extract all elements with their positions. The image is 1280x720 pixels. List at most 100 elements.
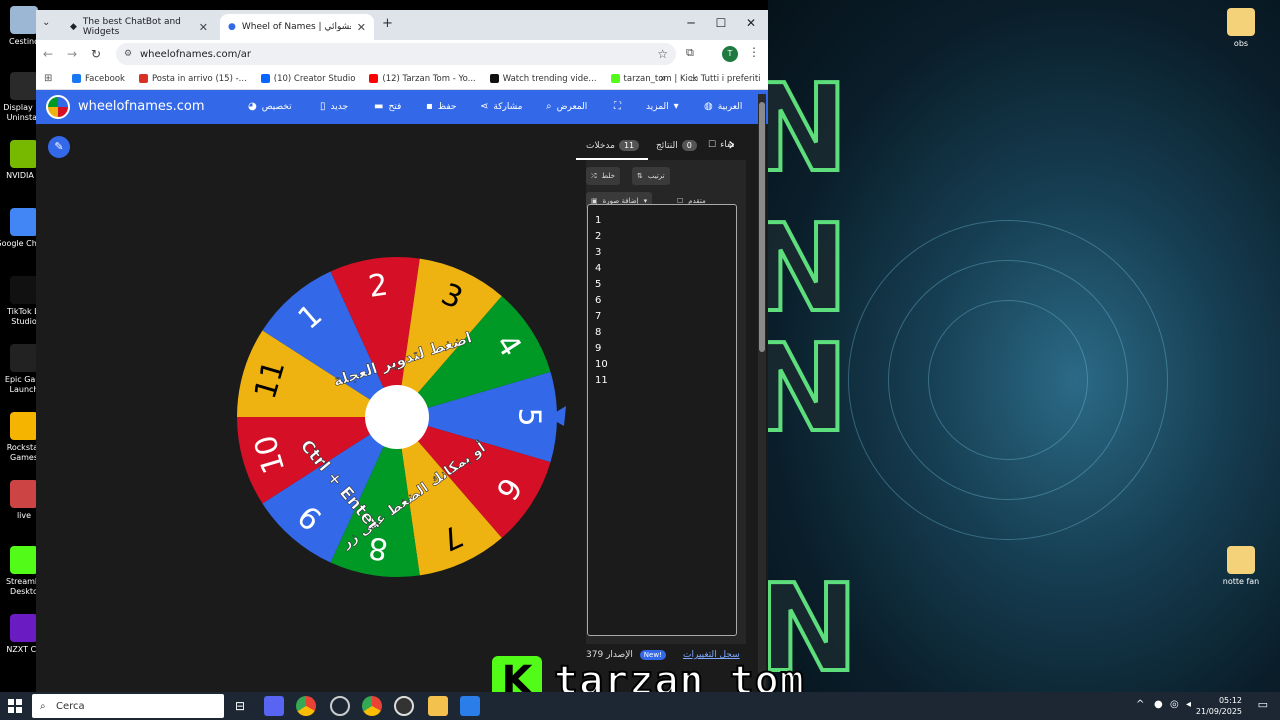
notifications-icon[interactable]: ▭ bbox=[1258, 698, 1268, 711]
all-favorites-label: Tutti i preferiti bbox=[700, 73, 761, 84]
customize-button[interactable]: ◕ تخصيص bbox=[248, 101, 292, 112]
bookmarks-more-icon[interactable]: » bbox=[660, 73, 666, 84]
bookmark-item[interactable]: (10) Creator Studio bbox=[260, 74, 355, 84]
entries-tab-label: مدخلات bbox=[586, 140, 615, 151]
extensions-icon[interactable]: ⧉ bbox=[686, 46, 694, 60]
save-icon: ▪ bbox=[426, 101, 433, 112]
microphone-icon[interactable]: ● bbox=[1154, 699, 1163, 710]
chrome-icon[interactable] bbox=[296, 696, 316, 716]
windows-start-icon[interactable] bbox=[8, 699, 22, 713]
app-icon bbox=[10, 614, 38, 642]
spin-wheel[interactable]: 12 34567891011 اضغط لتدوير العجلة أو بمكا… bbox=[236, 254, 566, 584]
back-icon[interactable]: ← bbox=[36, 47, 60, 61]
more-label: المزيد bbox=[646, 101, 669, 112]
desktop-icon-label: obs bbox=[1233, 39, 1249, 48]
save-button[interactable]: ▪ حفظ bbox=[426, 101, 456, 112]
bookmark-favicon-icon bbox=[489, 74, 499, 83]
url-text: wheelofnames.com/ar bbox=[140, 48, 251, 60]
edit-pencil-button[interactable]: ✎ bbox=[48, 136, 70, 158]
forward-icon[interactable]: → bbox=[60, 47, 84, 61]
close-tab-icon[interactable]: ✕ bbox=[199, 21, 208, 34]
close-window-icon[interactable]: ✕ bbox=[736, 16, 766, 30]
wheel-center[interactable] bbox=[365, 385, 429, 449]
site-info-icon[interactable]: ⚙ bbox=[124, 49, 132, 59]
bookmark-favicon-icon bbox=[138, 74, 148, 83]
discord-icon[interactable] bbox=[264, 696, 284, 716]
apps-grid-icon[interactable]: ⊞ bbox=[44, 73, 52, 84]
chrome-profile-icon[interactable] bbox=[362, 696, 382, 716]
fullscreen-button[interactable]: ⛶ bbox=[614, 101, 621, 112]
network-icon[interactable]: ◎ bbox=[1170, 699, 1179, 710]
taskbar-clock[interactable]: 05:12 21/09/2025 bbox=[1196, 695, 1242, 717]
shuffle-button[interactable]: ⤮ خلط bbox=[586, 167, 620, 185]
shuffle-label: خلط bbox=[601, 172, 615, 180]
clock-app-icon[interactable] bbox=[330, 696, 350, 716]
task-view-icon[interactable]: ⊟ bbox=[230, 696, 250, 716]
sort-icon: ⇅ bbox=[637, 172, 643, 180]
profile-avatar[interactable]: T bbox=[722, 46, 738, 62]
bookmark-label: Watch trending vide... bbox=[502, 73, 597, 84]
entry-line: 9 bbox=[595, 343, 602, 354]
more-menu-button[interactable]: المزيد ▾ bbox=[646, 101, 679, 112]
tab-label: The best ChatBot and Widgets bbox=[82, 17, 181, 37]
app-icon bbox=[10, 140, 38, 168]
bookmark-favicon-icon bbox=[72, 74, 81, 83]
reload-icon[interactable]: ↻ bbox=[84, 47, 108, 61]
chevron-right-icon[interactable]: › bbox=[728, 134, 735, 155]
page-scrollbar[interactable] bbox=[758, 94, 766, 692]
bookmark-star-icon[interactable]: ☆ bbox=[657, 47, 668, 61]
desktop-icon[interactable]: notte fan bbox=[1211, 546, 1271, 587]
bookmark-item[interactable]: Watch trending vide... bbox=[489, 73, 597, 84]
sort-button[interactable]: ⇅ ترتيب bbox=[632, 167, 670, 185]
close-tab-icon[interactable]: ✕ bbox=[357, 21, 366, 34]
entry-line: 7 bbox=[595, 311, 602, 322]
maximize-icon[interactable]: ☐ bbox=[706, 16, 736, 30]
volume-icon[interactable]: ◂ bbox=[1186, 699, 1191, 710]
new-tab-button[interactable]: + bbox=[382, 16, 393, 31]
clock-date: 21/09/2025 bbox=[1195, 707, 1242, 716]
all-favorites[interactable]: ▭ Tutti i preferiti bbox=[690, 74, 761, 84]
bookmark-item[interactable]: tarzan_tom | Kick bbox=[610, 74, 698, 84]
sort-label: ترتيب bbox=[647, 172, 665, 180]
file-explorer-icon[interactable] bbox=[428, 696, 448, 716]
address-bar[interactable]: ⚙ wheelofnames.com/ar ☆ bbox=[116, 43, 676, 65]
minimize-icon[interactable]: ─ bbox=[676, 16, 706, 30]
new-button[interactable]: ▯ جديد bbox=[320, 101, 348, 112]
globe-icon: ◍ bbox=[704, 101, 713, 112]
entry-line: 3 bbox=[595, 247, 602, 258]
search-icon: ⌕ bbox=[40, 700, 46, 712]
taskbar-search[interactable]: ⌕ Cerca bbox=[32, 694, 224, 718]
bookmark-favicon-icon bbox=[610, 74, 620, 83]
app-icon[interactable] bbox=[460, 696, 480, 716]
bookmark-item[interactable]: Posta in arrivo (15) -... bbox=[138, 74, 247, 84]
scrollbar-thumb[interactable] bbox=[759, 102, 765, 352]
app-icon bbox=[10, 72, 38, 100]
bookmark-item[interactable]: Facebook bbox=[72, 74, 125, 84]
new-label: جديد bbox=[330, 101, 349, 112]
browser-menu-icon[interactable]: ⋮ bbox=[748, 45, 760, 59]
bookmark-item[interactable]: (12) Tarzan Tom - Yo... bbox=[369, 73, 476, 84]
gallery-label: المعرض bbox=[556, 101, 588, 112]
tab-wheel-of-names[interactable]: ● Wheel of Names | عجلة الاسم العشوائي ✕ bbox=[220, 14, 374, 40]
language-button[interactable]: ◍ العربية bbox=[704, 101, 742, 112]
bookmark-label: (12) Tarzan Tom - Yo... bbox=[382, 73, 476, 84]
gallery-button[interactable]: ⌕ المعرض bbox=[546, 101, 587, 112]
desktop-icon[interactable]: obs bbox=[1211, 8, 1271, 49]
tab-entries[interactable]: مدخلات 11 bbox=[586, 140, 640, 151]
entries-textarea[interactable]: 1 2 3 4 5 6 7 8 9 10 11 bbox=[587, 204, 737, 636]
tray-chevron-icon[interactable]: ^ bbox=[1136, 699, 1144, 710]
app-icon bbox=[10, 480, 38, 508]
customize-label: تخصيص bbox=[261, 101, 292, 112]
wheel-logo-icon[interactable] bbox=[46, 95, 70, 119]
save-label: حفظ bbox=[437, 101, 457, 112]
site-name[interactable]: wheelofnames.com bbox=[78, 99, 205, 114]
tab-search-icon[interactable]: ⌄ bbox=[42, 17, 50, 28]
obs-icon[interactable] bbox=[394, 696, 414, 716]
open-button[interactable]: ▬ فتح bbox=[374, 101, 401, 112]
results-count-badge: 0 bbox=[681, 140, 697, 151]
bookmark-list: Facebook Posta in arrivo (15) -... (10) Cr… bbox=[72, 74, 698, 84]
share-button[interactable]: ⋖ مشاركة bbox=[480, 101, 522, 112]
tab-results[interactable]: النتائج 0 bbox=[656, 140, 697, 151]
wallpaper: N N N N bbox=[768, 0, 1280, 692]
tab-chatbot[interactable]: ◆ The best ChatBot and Widgets ✕ bbox=[62, 14, 216, 40]
